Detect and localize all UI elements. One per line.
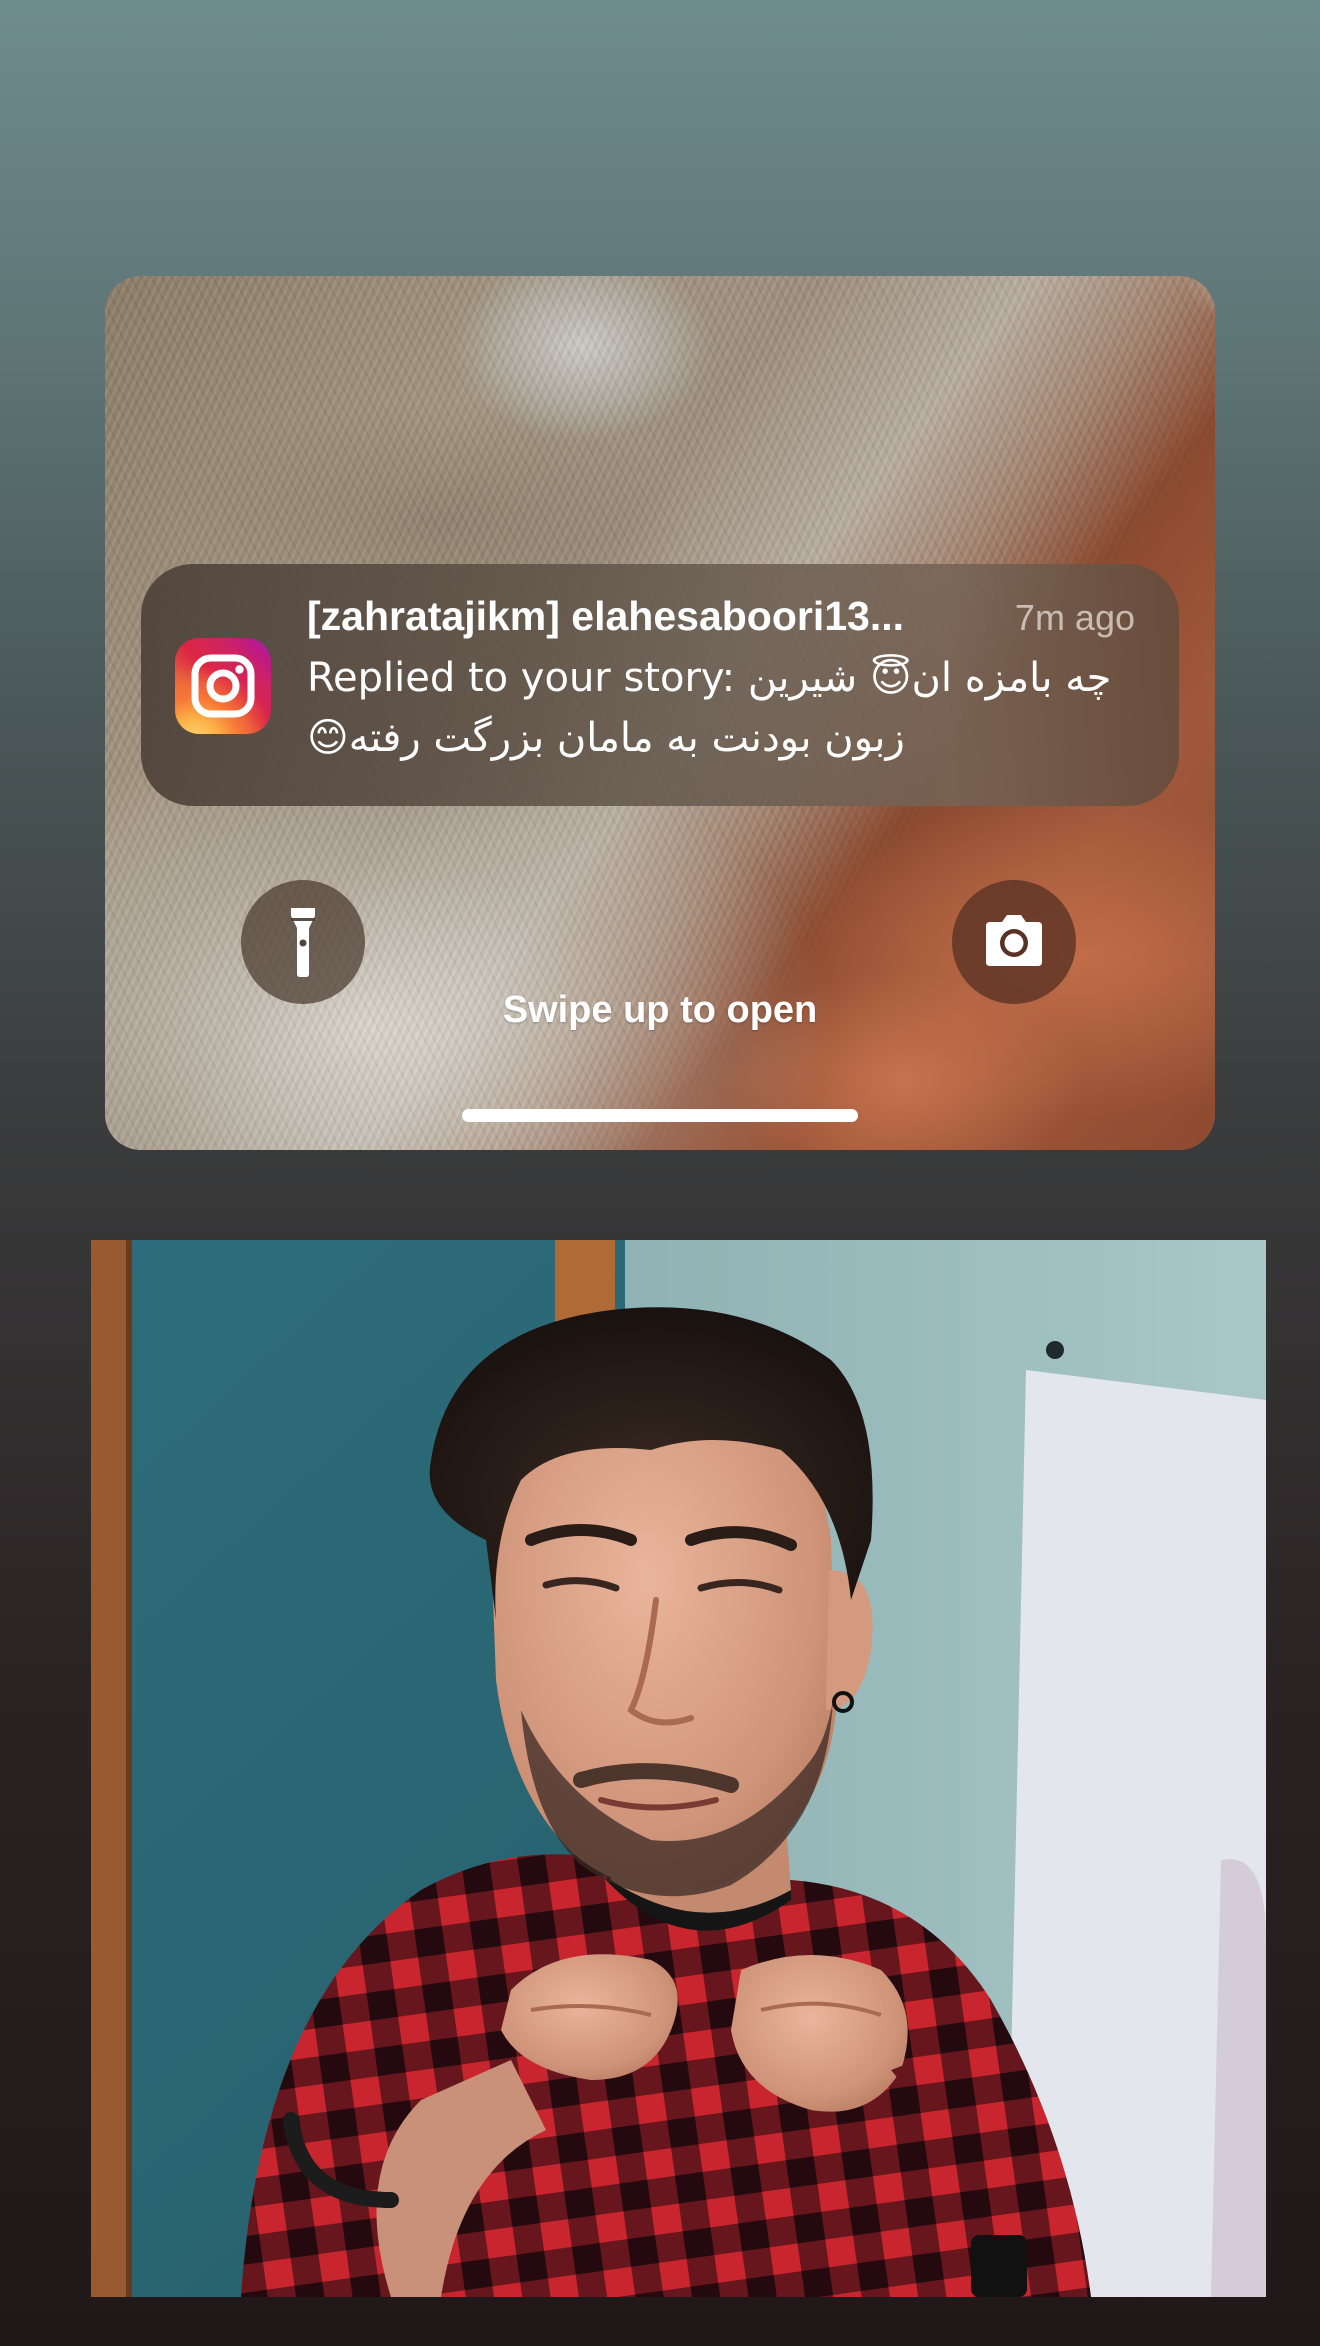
lock-screen-preview: [zahratajikm] elahesaboori13... 7m ago R… xyxy=(105,276,1215,1150)
instagram-icon xyxy=(175,638,271,734)
camera-button[interactable] xyxy=(952,880,1076,1004)
instagram-notification[interactable]: [zahratajikm] elahesaboori13... 7m ago R… xyxy=(141,564,1179,806)
notification-body: Replied to your story: چه بامزه ان😇 شیری… xyxy=(307,648,1137,768)
notification-body-line-1: Replied to your story: چه بامزه ان😇 شیری… xyxy=(307,655,1112,701)
notification-title: [zahratajikm] elahesaboori13... xyxy=(307,593,905,639)
notification-body-line-2: زبون بودنت به مامان بزرگت رفته😊 xyxy=(307,715,905,761)
camera-icon xyxy=(986,915,1042,966)
flashlight-icon xyxy=(291,908,315,977)
reaction-photo xyxy=(91,1240,1266,2297)
man-reaction-image xyxy=(91,1240,1266,2297)
flashlight-button[interactable] xyxy=(241,880,365,1004)
home-indicator[interactable] xyxy=(462,1109,858,1122)
notification-time: 7m ago xyxy=(1014,597,1135,638)
swipe-up-hint: Swipe up to open xyxy=(502,989,818,1031)
